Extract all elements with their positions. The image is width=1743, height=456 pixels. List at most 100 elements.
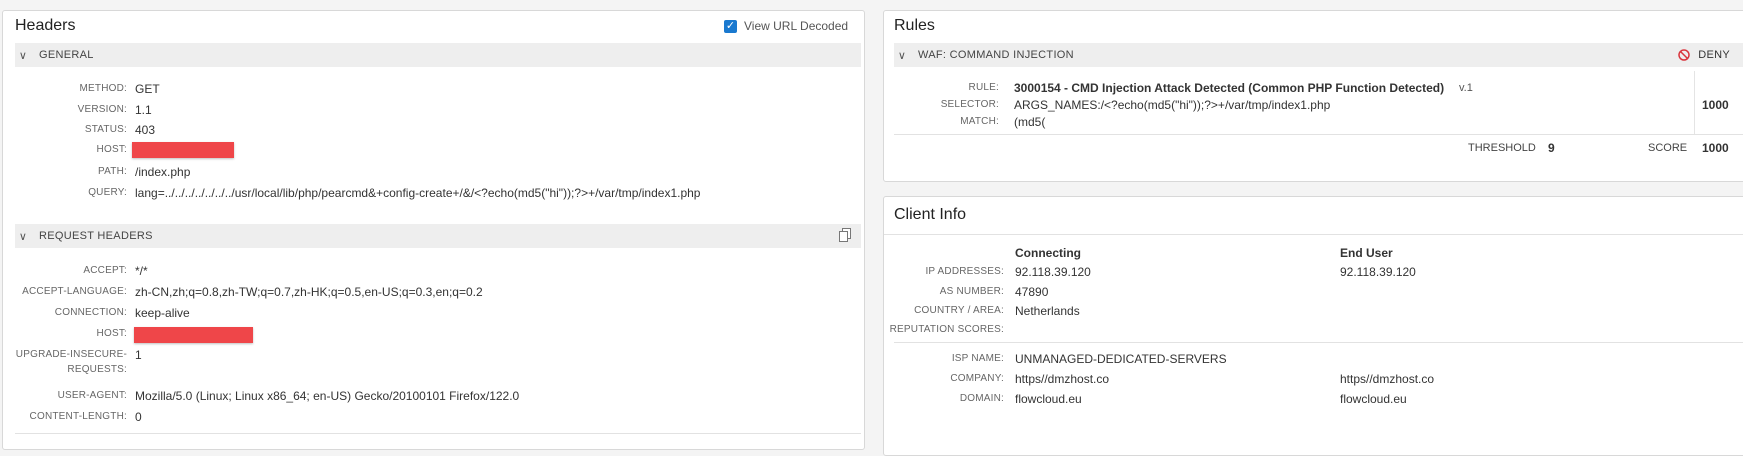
- connecting-value: 92.118.39.120: [1015, 265, 1091, 279]
- connecting-value: 47890: [1015, 285, 1049, 299]
- field-label: USER-AGENT:: [57, 390, 127, 401]
- selector-value: ARGS_NAMES:/<?echo(md5("hi"));?>+/var/tm…: [1014, 98, 1331, 112]
- request-row-connection: CONNECTION: keep-alive: [3, 305, 863, 321]
- connecting-value: UNMANAGED-DEDICATED-SERVERS: [1015, 352, 1227, 366]
- field-value: lang=../../../../../../../usr/local/lib/…: [135, 186, 701, 200]
- field-value: 403: [135, 123, 156, 137]
- connecting-value: Netherlands: [1015, 304, 1080, 318]
- end-user-value: https//dmzhost.co: [1340, 372, 1435, 386]
- general-row-path: PATH: /index.php: [3, 164, 863, 180]
- connecting-value: flowcloud.eu: [1015, 392, 1082, 406]
- general-row-status: STATUS: 403: [3, 122, 863, 138]
- score-label: SCORE: [1648, 142, 1688, 154]
- divider: [884, 234, 1743, 235]
- waf-rule-section-title: WAF: COMMAND INJECTION: [918, 49, 1074, 61]
- end-user-value: 92.118.39.120: [1340, 265, 1416, 279]
- deny-label: DENY: [1698, 49, 1730, 61]
- field-value: keep-alive: [135, 306, 190, 320]
- rule-row: RULE: 3000154 - CMD Injection Attack Det…: [884, 80, 1743, 96]
- field-label: COUNTRY / AREA:: [914, 305, 1004, 316]
- field-value: /index.php: [135, 165, 191, 179]
- threshold-label: THRESHOLD: [1468, 142, 1536, 154]
- client-info-title: Client Info: [894, 206, 967, 223]
- client-row-domain: DOMAIN: flowcloud.eu flowcloud.eu: [884, 391, 1743, 407]
- request-row-user-agent: USER-AGENT: Mozilla/5.0 (Linux; Linux x8…: [3, 388, 863, 404]
- selector-label: SELECTOR:: [940, 99, 999, 110]
- redacted-host: [134, 327, 253, 343]
- request-row-upgrade-insecure-cont: REQUESTS:: [3, 362, 863, 378]
- request-headers-section-header[interactable]: ∨ REQUEST HEADERS: [15, 224, 861, 248]
- client-row-isp: ISP NAME: UNMANAGED-DEDICATED-SERVERS: [884, 351, 1743, 367]
- field-label: IP ADDRESSES:: [925, 266, 1004, 277]
- client-info-panel: Client Info Connecting End User IP ADDRE…: [883, 196, 1743, 456]
- field-label: ISP NAME:: [951, 353, 1004, 364]
- column-divider: [1694, 71, 1695, 134]
- score-value: 1000: [1702, 141, 1729, 155]
- waf-rule-section-header[interactable]: ∨ WAF: COMMAND INJECTION DENY: [894, 43, 1743, 67]
- field-label: QUERY:: [88, 187, 127, 198]
- rules-panel: Rules ∨ WAF: COMMAND INJECTION DENY RULE…: [883, 10, 1743, 182]
- field-label: COMPANY:: [950, 373, 1004, 384]
- general-row-method: METHOD: GET: [3, 81, 863, 97]
- field-label: UPGRADE-INSECURE-: [15, 349, 127, 360]
- request-row-accept-language: ACCEPT-LANGUAGE: zh-CN,zh;q=0.8,zh-TW;q=…: [3, 284, 863, 300]
- redacted-host: [132, 142, 234, 158]
- field-value: GET: [135, 82, 160, 96]
- request-row-content-length: CONTENT-LENGTH: 0: [3, 409, 863, 425]
- deny-icon: [1678, 49, 1690, 61]
- field-label: ACCEPT:: [83, 265, 127, 276]
- field-label: STATUS:: [84, 124, 127, 135]
- chevron-down-icon[interactable]: ∨: [15, 49, 31, 62]
- general-section-header[interactable]: ∨ GENERAL: [15, 43, 861, 67]
- divider: [15, 433, 861, 434]
- deny-badge: DENY: [1678, 49, 1730, 61]
- chevron-down-icon[interactable]: ∨: [15, 230, 31, 243]
- rules-title: Rules: [894, 17, 935, 34]
- request-row-upgrade-insecure: UPGRADE-INSECURE- 1: [3, 347, 863, 363]
- field-label: METHOD:: [79, 83, 127, 94]
- client-row-as-number: AS NUMBER: 47890: [884, 284, 1743, 300]
- end-user-value: flowcloud.eu: [1340, 392, 1407, 406]
- field-label: REQUESTS:: [67, 364, 127, 375]
- rule-score-value: 1000: [1702, 98, 1729, 112]
- match-label: MATCH:: [960, 116, 999, 127]
- field-label: CONNECTION:: [54, 307, 127, 318]
- match-value: (md5(: [1014, 115, 1046, 129]
- rule-label: RULE:: [968, 82, 999, 93]
- headers-panel: Headers ✓ View URL Decoded ∨ GENERAL MET…: [2, 10, 865, 450]
- field-label: PATH:: [98, 166, 127, 177]
- field-value: */*: [135, 264, 148, 278]
- field-label: DOMAIN:: [959, 393, 1004, 404]
- client-row-company: COMPANY: https//dmzhost.co https//dmzhos…: [884, 371, 1743, 387]
- rule-version: v.1: [1459, 82, 1473, 94]
- field-value: Mozilla/5.0 (Linux; Linux x86_64; en-US)…: [135, 389, 520, 403]
- general-section-title: GENERAL: [39, 49, 94, 61]
- connecting-column-header: Connecting: [1015, 246, 1081, 260]
- score-summary: THRESHOLD 9 SCORE 1000: [884, 140, 1743, 156]
- field-label: REPUTATION SCORES:: [889, 324, 1004, 335]
- request-headers-section-title: REQUEST HEADERS: [39, 230, 153, 242]
- selector-row: SELECTOR: ARGS_NAMES:/<?echo(md5("hi"));…: [884, 97, 1743, 113]
- match-row: MATCH: (md5(: [884, 114, 1743, 130]
- view-url-decoded-checkbox[interactable]: ✓: [724, 20, 737, 33]
- general-row-version: VERSION: 1.1: [3, 102, 863, 118]
- client-row-country: COUNTRY / AREA: Netherlands: [884, 303, 1743, 319]
- headers-title: Headers: [15, 17, 76, 34]
- end-user-column-header: End User: [1340, 246, 1393, 260]
- copy-icon[interactable]: [839, 228, 851, 242]
- chevron-down-icon[interactable]: ∨: [894, 49, 910, 62]
- general-row-query: QUERY: lang=../../../../../../../usr/loc…: [3, 185, 863, 201]
- rule-value: 3000154 - CMD Injection Attack Detected …: [1014, 81, 1445, 95]
- field-label: AS NUMBER:: [939, 286, 1004, 297]
- field-value: 0: [135, 410, 142, 424]
- field-label: ACCEPT-LANGUAGE:: [22, 286, 127, 297]
- field-label: VERSION:: [77, 104, 127, 115]
- threshold-value: 9: [1548, 141, 1555, 155]
- general-row-host: HOST:: [3, 142, 863, 158]
- connecting-value: https//dmzhost.co: [1015, 372, 1110, 386]
- field-label: HOST:: [96, 328, 127, 339]
- request-row-host: HOST:: [3, 326, 863, 343]
- request-row-accept: ACCEPT: */*: [3, 263, 863, 279]
- view-url-decoded-label[interactable]: View URL Decoded: [744, 18, 848, 34]
- field-label: HOST:: [96, 144, 127, 155]
